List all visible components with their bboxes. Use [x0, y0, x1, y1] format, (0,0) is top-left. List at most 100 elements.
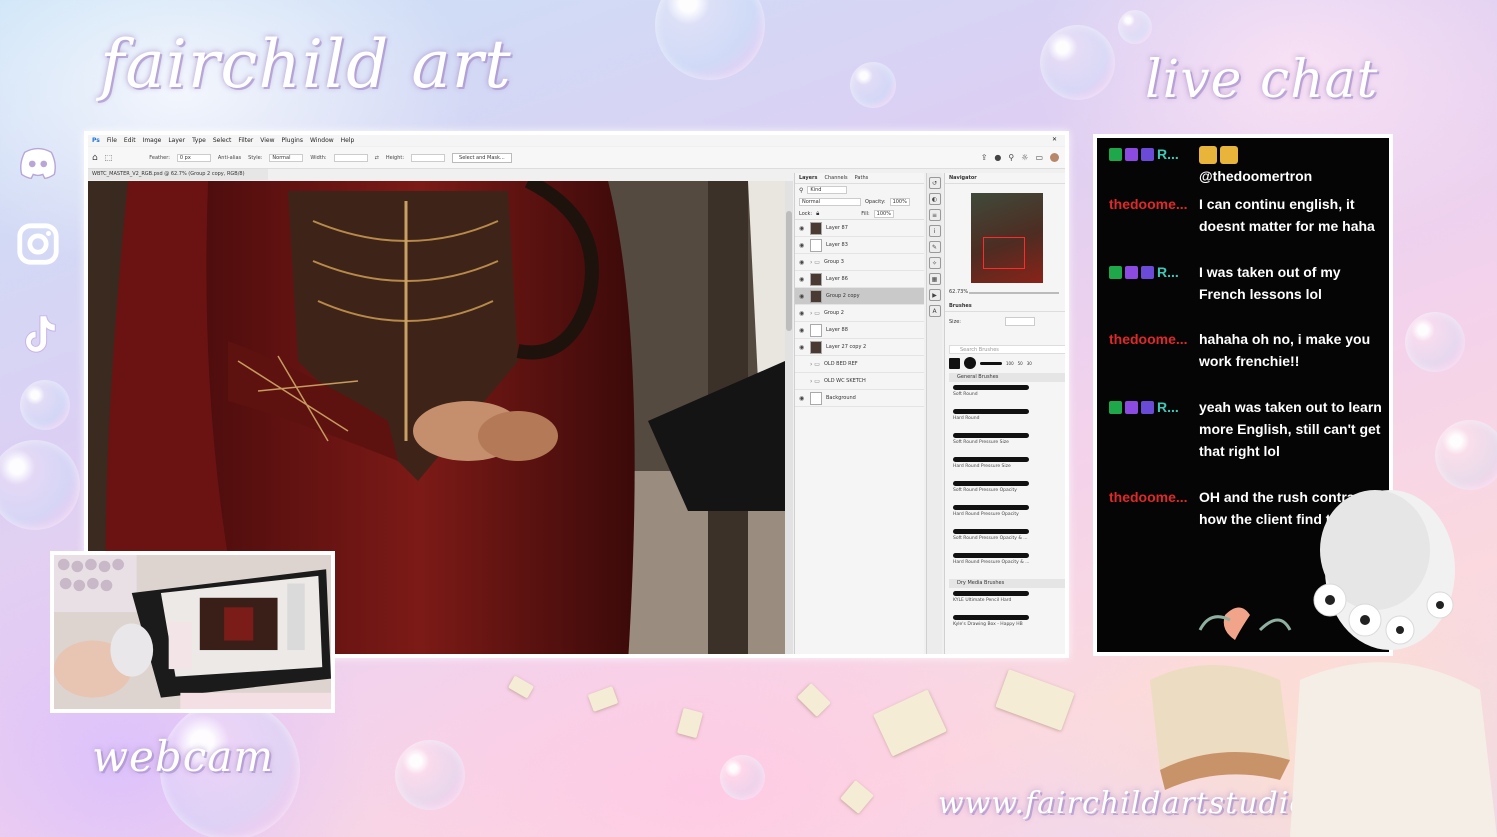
- navigator-zoom-value[interactable]: 62.73%: [949, 289, 968, 295]
- navigator-view-rect[interactable]: [983, 237, 1025, 269]
- close-icon[interactable]: ✕: [1052, 136, 1057, 143]
- eye-icon[interactable]: ◉: [799, 293, 806, 300]
- select-and-mask-button[interactable]: Select and Mask...: [452, 152, 512, 163]
- tab-paths[interactable]: Paths: [855, 175, 869, 181]
- brush-search-input[interactable]: Search Brushes: [949, 345, 1065, 354]
- brush-preset-round[interactable]: [964, 357, 976, 369]
- layer-row[interactable]: ◉ Layer 87: [795, 220, 924, 237]
- layer-row[interactable]: ◉ Layer 86: [795, 271, 924, 288]
- document-tab[interactable]: WBTC_MASTER_V2_RGB.psd @ 62.7% (Group 2 …: [88, 169, 268, 180]
- brush-preset[interactable]: Hard Round: [953, 409, 1029, 421]
- brush-size-input[interactable]: [1005, 317, 1035, 326]
- brush-preset-swatch[interactable]: [949, 357, 960, 369]
- eye-icon[interactable]: ◉: [799, 259, 806, 266]
- instagram-icon[interactable]: [14, 220, 62, 268]
- menu-item-help[interactable]: Help: [341, 137, 355, 144]
- menu-item-window[interactable]: Window: [310, 137, 334, 144]
- brush-preset[interactable]: KYLE Ultimate Pencil Hard: [953, 591, 1029, 603]
- chat-username[interactable]: R...: [1109, 396, 1199, 418]
- fill-input[interactable]: 100%: [873, 209, 894, 218]
- menu-item-edit[interactable]: Edit: [124, 137, 136, 144]
- layer-row[interactable]: ◉ Background: [795, 390, 924, 407]
- layer-row[interactable]: ◉ Layer 88: [795, 322, 924, 339]
- menu-item-view[interactable]: View: [260, 137, 274, 144]
- notification-icon[interactable]: ●: [994, 153, 1001, 162]
- anti-alias-checkbox[interactable]: Anti-alias: [218, 155, 241, 161]
- menu-item-layer[interactable]: Layer: [168, 137, 185, 144]
- folder-icon[interactable]: › ▭: [810, 378, 820, 385]
- height-input[interactable]: [411, 153, 446, 162]
- brush-preset[interactable]: Kyle's Drawing Box - Happy HB: [953, 615, 1029, 627]
- eye-icon[interactable]: ◉: [799, 242, 806, 249]
- brush-group-folder[interactable]: Dry Media Brushes: [949, 579, 1065, 588]
- blend-mode-select[interactable]: Normal: [799, 198, 861, 206]
- home-icon[interactable]: ⌂: [92, 153, 98, 163]
- eye-icon[interactable]: ◉: [799, 395, 806, 402]
- brush-group-folder[interactable]: General Brushes: [949, 373, 1065, 382]
- layer-row[interactable]: ◉ › ▭ Group 2: [795, 305, 924, 322]
- menu-item-filter[interactable]: Filter: [238, 137, 253, 144]
- folder-icon[interactable]: › ▭: [810, 310, 820, 317]
- layer-row[interactable]: ◉ Group 2 copy: [795, 288, 924, 305]
- layer-row[interactable]: ◉ › ▭ Group 3: [795, 254, 924, 271]
- menu-item-file[interactable]: File: [107, 137, 117, 144]
- tiktok-icon[interactable]: [14, 310, 62, 358]
- brush-preset[interactable]: Soft Round Pressure Opacity: [953, 481, 1029, 493]
- brush-preset-size-50[interactable]: 50: [1018, 361, 1023, 366]
- eye-icon[interactable]: ◉: [799, 310, 806, 317]
- adjustments-icon[interactable]: ◐: [928, 193, 941, 205]
- marquee-tool-icon[interactable]: ⬚: [105, 153, 113, 162]
- folder-icon[interactable]: › ▭: [810, 361, 820, 368]
- brush-preset[interactable]: Soft Round Pressure Size: [953, 433, 1029, 445]
- opacity-input[interactable]: 100%: [889, 198, 910, 206]
- swatches-icon[interactable]: ▦: [928, 273, 941, 285]
- share-icon[interactable]: ⇪: [981, 153, 988, 162]
- tab-brushes[interactable]: Brushes: [945, 301, 1065, 312]
- tab-channels[interactable]: Channels: [825, 175, 848, 181]
- lock-icon[interactable]: 🔒︎: [816, 210, 819, 218]
- brush-preset-stroke[interactable]: [980, 361, 1002, 365]
- brush-preset[interactable]: Soft Round Pressure Opacity & ...: [953, 529, 1029, 541]
- folder-icon[interactable]: › ▭: [810, 259, 820, 266]
- paths-icon[interactable]: ✧: [928, 257, 941, 269]
- width-input[interactable]: [333, 153, 368, 162]
- character-icon[interactable]: A: [928, 305, 941, 317]
- layer-row[interactable]: › ▭ OLD WC SKETCH: [795, 373, 924, 390]
- discord-icon[interactable]: [14, 138, 62, 186]
- feather-input[interactable]: 0 px: [176, 153, 211, 162]
- chat-username[interactable]: R...: [1109, 143, 1199, 165]
- workspace-icon[interactable]: ▭: [1035, 153, 1043, 162]
- menu-item-image[interactable]: Image: [143, 137, 162, 144]
- menu-item-plugins[interactable]: Plugins: [281, 137, 303, 144]
- navigator-zoom-slider[interactable]: [969, 292, 1059, 294]
- chat-username[interactable]: thedoome...: [1109, 193, 1199, 215]
- brush-preset-size-100[interactable]: 100: [1006, 361, 1014, 366]
- style-select[interactable]: Normal: [269, 153, 304, 162]
- tab-navigator[interactable]: Navigator: [949, 175, 977, 181]
- menu-item-select[interactable]: Select: [213, 137, 232, 144]
- swap-icon[interactable]: ⇄: [375, 155, 379, 161]
- eye-icon[interactable]: ◉: [799, 327, 806, 334]
- tab-layers[interactable]: Layers: [799, 175, 818, 181]
- brush-preset[interactable]: Hard Round Pressure Opacity: [953, 505, 1029, 517]
- eye-icon[interactable]: ◉: [799, 344, 806, 351]
- canvas-scrollbar[interactable]: [785, 181, 793, 654]
- brush-settings-icon[interactable]: ✎: [928, 241, 941, 253]
- actions-icon[interactable]: ▶: [928, 289, 941, 301]
- avatar[interactable]: [1050, 153, 1059, 162]
- layer-row[interactable]: ◉ Layer 27 copy 2: [795, 339, 924, 356]
- eye-icon[interactable]: ◉: [799, 276, 806, 283]
- info-icon[interactable]: i: [928, 225, 941, 237]
- search-icon[interactable]: ⚲: [1008, 153, 1014, 162]
- menu-item-type[interactable]: Type: [192, 137, 206, 144]
- chat-username[interactable]: thedoome...: [1109, 328, 1199, 350]
- history-icon[interactable]: ↺: [928, 177, 941, 189]
- eye-icon[interactable]: ◉: [799, 225, 806, 232]
- kind-filter-select[interactable]: Kind: [807, 186, 848, 194]
- brush-preset[interactable]: Hard Round Pressure Opacity & ...: [953, 553, 1029, 565]
- lightbulb-icon[interactable]: ☼: [1021, 153, 1028, 162]
- brush-preset-size-30[interactable]: 30: [1027, 361, 1032, 366]
- properties-icon[interactable]: ≡: [928, 209, 941, 221]
- layer-row[interactable]: ◉ Layer 83: [795, 237, 924, 254]
- chat-username[interactable]: R...: [1109, 261, 1199, 283]
